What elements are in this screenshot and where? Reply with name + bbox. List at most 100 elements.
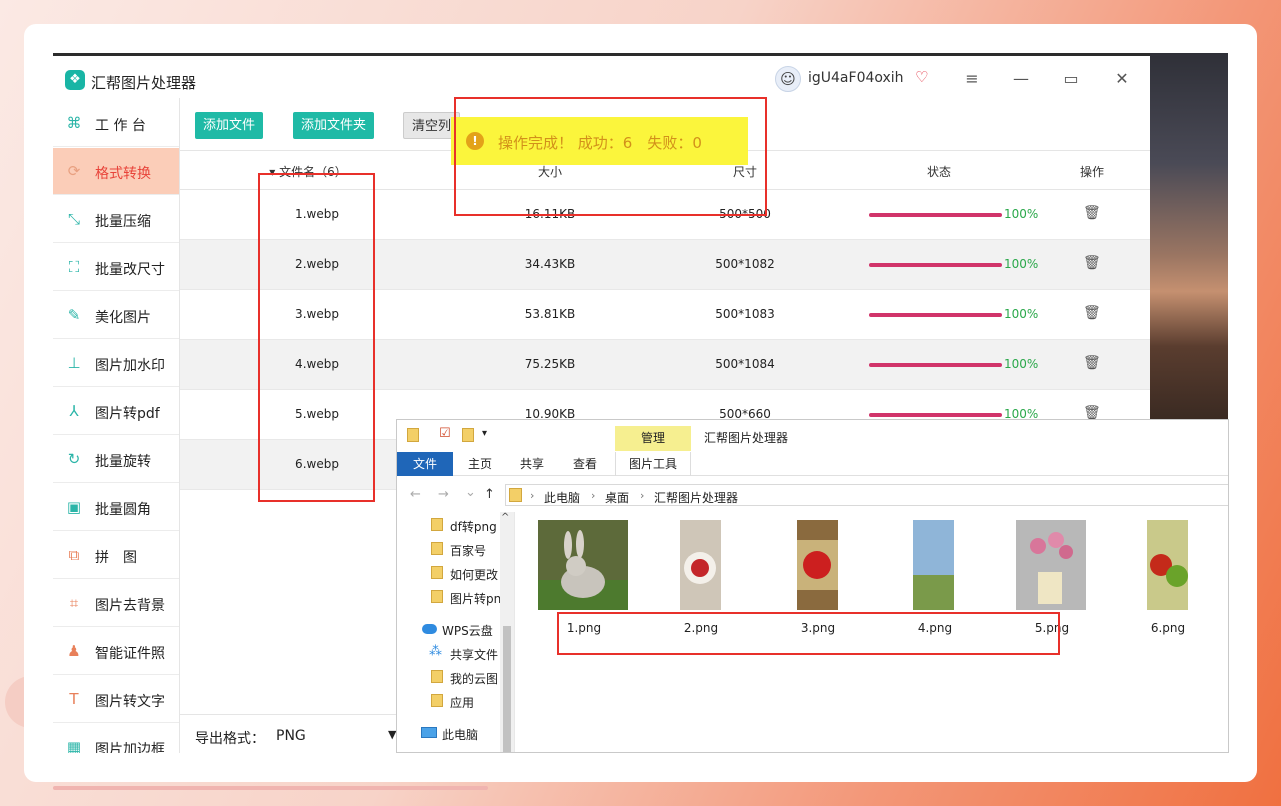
trash-icon[interactable]: 🗑 — [1083, 305, 1101, 321]
maximize-button[interactable]: ▭ — [1056, 66, 1086, 92]
thumbnail-strawberry-plate[interactable] — [680, 520, 721, 610]
tree-item[interactable]: 百家号 — [397, 538, 501, 560]
chevron-up-icon[interactable]: ^ — [501, 512, 509, 523]
address-bar[interactable]: › 此电脑 › 桌面 › 汇帮图片处理器 — [505, 484, 1228, 506]
sidebar-item-border[interactable]: ▦ 图片加边框 — [53, 724, 179, 753]
sidebar-item-round-corner[interactable]: ▣ 批量圆角 — [53, 484, 179, 531]
thumbnail-tulips[interactable] — [1016, 520, 1086, 610]
thumbnail-landscape[interactable] — [913, 520, 954, 610]
cell-dims: 500*1083 — [715, 307, 775, 321]
file-explorer-window: ☑ ▾ 管理 汇帮图片处理器 文件 主页 共享 查看 图片工具 ← → ⌄ ↑ … — [396, 419, 1229, 753]
menu-icon[interactable]: ≡ — [957, 66, 987, 92]
sidebar-item-to-text[interactable]: T 图片转文字 — [53, 676, 179, 723]
text-icon: T — [69, 690, 79, 708]
rotate-icon: ↻ — [67, 450, 81, 468]
sidebar-item-label: 批量压缩 — [95, 214, 151, 230]
app-logo-icon: ❖ — [65, 70, 85, 90]
tree-item-label: 我的云图 — [450, 672, 499, 686]
minimize-button[interactable]: — — [1006, 66, 1036, 92]
cell-dims: 500*1082 — [715, 257, 775, 271]
progress-bar — [869, 413, 1002, 417]
tree-item-label: 此电脑 — [442, 728, 479, 742]
manage-tab[interactable]: 管理 — [615, 426, 691, 451]
sidebar-item-rotate[interactable]: ↻ 批量旋转 — [53, 436, 179, 483]
add-file-button[interactable]: 添加文件 — [195, 112, 264, 139]
tree-scrollbar[interactable]: ^ — [500, 512, 514, 752]
navigation-tree: df转png 百家号 如何更改 图片转pn WPS云盘 ⁂ 共享文件 我的云图 — [397, 512, 515, 752]
sidebar-item-resize[interactable]: ⛶ 批量改尺寸 — [53, 244, 179, 291]
tree-item[interactable]: 我的云图 — [397, 666, 501, 688]
sidebar-item-label: 格式转换 — [95, 166, 151, 182]
progress-percent: 100% — [1004, 357, 1039, 371]
explorer-title: 汇帮图片处理器 — [704, 431, 789, 445]
customize-dropdown-icon[interactable]: ▾ — [482, 428, 487, 439]
sidebar-item-beautify[interactable]: ✎ 美化图片 — [53, 292, 179, 339]
tab-share[interactable]: 共享 — [507, 452, 557, 476]
trash-icon[interactable]: 🗑 — [1083, 205, 1101, 221]
sidebar-item-id-photo[interactable]: ♟ 智能证件照 — [53, 628, 179, 675]
breadcrumb-folder[interactable]: 汇帮图片处理器 — [654, 489, 738, 506]
collage-icon: ⧉ — [68, 546, 80, 564]
titlebar: ❖ 汇帮图片处理器 ☺ igU4aF04oxih ♡ ≡ — ▭ ✕ — [53, 56, 1150, 98]
computer-icon — [421, 727, 437, 738]
tab-home[interactable]: 主页 — [455, 452, 505, 476]
properties-icon[interactable]: ☑ — [439, 426, 451, 441]
add-folder-button[interactable]: 添加文件夹 — [293, 112, 375, 139]
scrollbar-thumb[interactable] — [503, 626, 511, 752]
tree-item[interactable]: WPS云盘 — [397, 618, 501, 640]
sidebar-item-remove-bg[interactable]: ⌗ 图片去背景 — [53, 580, 179, 627]
sidebar-item-to-pdf[interactable]: ⅄ 图片转pdf — [53, 388, 179, 435]
tree-item-label: 如何更改 — [450, 568, 499, 582]
breadcrumb-this-pc[interactable]: 此电脑 — [544, 489, 580, 506]
tree-item[interactable]: 应用 — [397, 690, 501, 712]
pdf-icon: ⅄ — [69, 402, 79, 420]
breadcrumb-separator: › — [591, 489, 596, 502]
back-arrow-icon[interactable]: ← — [410, 487, 421, 502]
recent-dropdown-icon[interactable]: ⌄ — [465, 485, 476, 500]
cell-size: 53.81KB — [524, 307, 576, 321]
sidebar-item-collage[interactable]: ⧉ 拼 图 — [53, 532, 179, 579]
file-name[interactable]: 6.png — [1151, 621, 1185, 635]
close-button[interactable]: ✕ — [1107, 66, 1137, 92]
convert-icon: ⟳ — [67, 162, 81, 180]
username[interactable]: igU4aF04oxih — [808, 70, 904, 86]
tree-item[interactable]: ⁂ 共享文件 — [397, 642, 501, 664]
trash-icon[interactable]: 🗑 — [1083, 255, 1101, 271]
cell-size: 34.43KB — [524, 257, 576, 271]
thumbnail-apples[interactable] — [1147, 520, 1188, 610]
folder-icon[interactable] — [407, 428, 419, 442]
share-icon: ⁂ — [429, 644, 442, 659]
tree-item[interactable]: 此电脑 — [397, 722, 501, 744]
new-folder-icon[interactable] — [462, 428, 474, 442]
export-format-label: 导出格式： — [195, 731, 265, 747]
tree-item[interactable]: 如何更改 — [397, 562, 501, 584]
up-arrow-icon[interactable]: ↑ — [484, 487, 495, 502]
progress-bar — [869, 313, 1002, 317]
trash-icon[interactable]: 🗑 — [1083, 355, 1101, 371]
sidebar-item-format-convert[interactable]: ⟳ 格式转换 — [53, 148, 179, 195]
breadcrumb-desktop[interactable]: 桌面 — [605, 489, 629, 506]
export-format-select[interactable]: PNG — [276, 728, 306, 744]
vip-diamond-icon[interactable]: ♡ — [915, 68, 928, 86]
thumbnail-strawberry-basket[interactable] — [797, 520, 838, 610]
folder-icon — [431, 566, 443, 579]
thumbnail-rabbit[interactable] — [538, 520, 628, 610]
resize-icon: ⛶ — [68, 258, 80, 276]
sidebar-item-label: 图片去背景 — [95, 598, 165, 614]
tab-picture-tools[interactable]: 图片工具 — [615, 452, 691, 476]
compress-icon: ⤡ — [67, 210, 80, 228]
breadcrumb-separator: › — [530, 489, 535, 502]
sidebar-item-watermark[interactable]: ⊥ 图片加水印 — [53, 340, 179, 387]
tab-file[interactable]: 文件 — [397, 452, 453, 476]
sidebar-item-workbench[interactable]: ⌘ 工 作 台 — [53, 100, 179, 147]
tree-item[interactable]: 图片转pn — [397, 586, 501, 608]
sidebar-item-compress[interactable]: ⤡ 批量压缩 — [53, 196, 179, 243]
tree-item-label: WPS云盘 — [442, 624, 493, 638]
tree-item[interactable]: df转png — [397, 514, 501, 536]
app-title: 汇帮图片处理器 — [91, 74, 197, 92]
avatar[interactable]: ☺ — [775, 66, 801, 92]
tab-view[interactable]: 查看 — [560, 452, 610, 476]
page-scrollbar[interactable] — [53, 786, 488, 790]
forward-arrow-icon[interactable]: → — [438, 487, 449, 502]
sidebar-item-label: 图片加水印 — [95, 358, 165, 374]
